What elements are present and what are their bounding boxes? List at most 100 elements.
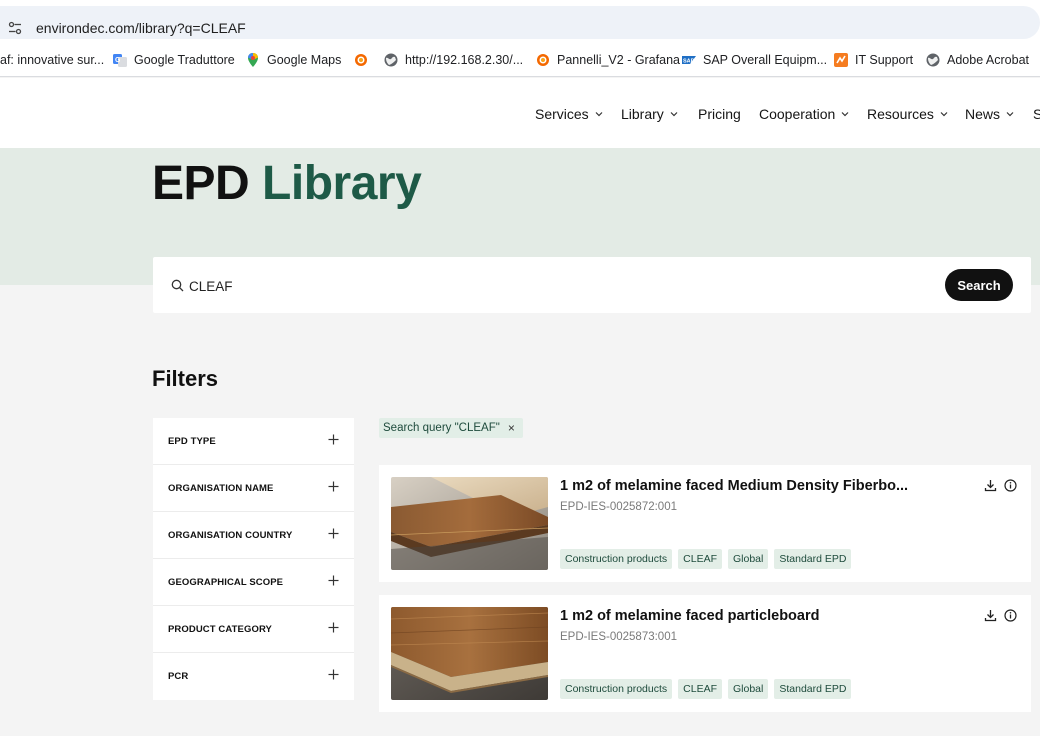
nav-truncated-item[interactable]: S bbox=[1033, 106, 1040, 122]
result-title[interactable]: 1 m2 of melamine faced Medium Density Fi… bbox=[560, 478, 908, 494]
info-icon[interactable] bbox=[1004, 479, 1017, 492]
translate-icon: G bbox=[113, 54, 127, 67]
site-header: Services Library Pricing Cooperation Res… bbox=[0, 78, 1040, 148]
search-icon bbox=[171, 279, 184, 292]
chevron-down-icon bbox=[841, 112, 849, 117]
svg-text:G: G bbox=[115, 57, 121, 64]
product-image-particleboard[interactable] bbox=[391, 607, 548, 700]
product-image-mdf[interactable] bbox=[391, 477, 548, 570]
tag-scope: Global bbox=[727, 549, 769, 569]
download-icon[interactable] bbox=[984, 609, 997, 622]
plus-icon[interactable] bbox=[328, 575, 339, 586]
result-title[interactable]: 1 m2 of melamine faced particleboard bbox=[560, 608, 819, 624]
site-settings-icon[interactable] bbox=[8, 21, 22, 35]
nav-label: Library bbox=[621, 106, 664, 122]
result-card[interactable]: 1 m2 of melamine faced particleboard EPD… bbox=[379, 595, 1031, 712]
result-code: EPD-IES-0025872:001 bbox=[560, 501, 677, 513]
filters-title: Filters bbox=[152, 366, 219, 391]
bookmark-label: SAP Overall Equipm... bbox=[703, 53, 828, 67]
bookmark-label: Pannelli_V2 - Grafana bbox=[557, 53, 680, 67]
plus-icon[interactable] bbox=[328, 622, 339, 633]
nav-pricing[interactable]: Pricing bbox=[698, 106, 741, 122]
bookmarks-bar: af: innovative sur... G Google Traduttor… bbox=[0, 44, 1040, 77]
bookmark-label: Google Traduttore bbox=[134, 53, 235, 67]
bookmark-innovative[interactable]: af: innovative sur... bbox=[0, 51, 104, 69]
globe-icon bbox=[926, 53, 940, 67]
bookmark-grafana[interactable] bbox=[353, 51, 375, 69]
bookmark-it-support[interactable]: IT Support bbox=[833, 51, 913, 69]
tag-organisation: CLEAF bbox=[678, 549, 722, 569]
search-button[interactable]: Search bbox=[945, 269, 1013, 301]
bookmark-label: Google Maps bbox=[267, 53, 342, 67]
filter-label: PCR bbox=[168, 671, 189, 682]
filter-panel: EPD TYPE ORGANISATION NAME ORGANISATION … bbox=[153, 418, 354, 700]
nav-label: Services bbox=[535, 106, 589, 122]
svg-text:SAP: SAP bbox=[683, 59, 695, 65]
page-title-accent: Library bbox=[262, 157, 422, 210]
filter-geographical-scope[interactable]: GEOGRAPHICAL SCOPE bbox=[153, 559, 354, 606]
nav-label: Pricing bbox=[698, 106, 741, 122]
nav-label: Resources bbox=[867, 106, 934, 122]
grafana-icon bbox=[355, 54, 367, 66]
plus-icon[interactable] bbox=[328, 481, 339, 492]
filter-epd-type[interactable]: EPD TYPE bbox=[153, 418, 354, 465]
download-icon[interactable] bbox=[984, 479, 997, 492]
filter-product-category[interactable]: PRODUCT CATEGORY bbox=[153, 606, 354, 653]
result-actions bbox=[984, 479, 1017, 492]
nav-resources[interactable]: Resources bbox=[867, 106, 948, 122]
url-omnibox[interactable]: environdec.com/library?q=CLEAF bbox=[0, 6, 1040, 39]
bookmark-adobe-acrobat[interactable]: Adobe Acrobat bbox=[925, 51, 1029, 69]
filter-label: EPD TYPE bbox=[168, 436, 216, 447]
bookmark-google-maps[interactable]: Google Maps bbox=[245, 51, 341, 69]
bookmark-label: http://192.168.2.30/... bbox=[405, 53, 524, 67]
remove-filter-icon[interactable]: × bbox=[508, 421, 515, 435]
page-title-main: EPD bbox=[152, 157, 250, 210]
tag-epd-type: Standard EPD bbox=[774, 549, 852, 569]
bookmark-label: IT Support bbox=[855, 53, 914, 67]
nav-services[interactable]: Services bbox=[535, 106, 603, 122]
search-input[interactable] bbox=[189, 276, 889, 296]
nav-label: S bbox=[1033, 106, 1040, 122]
support-icon bbox=[834, 53, 848, 67]
maps-pin-icon bbox=[248, 53, 258, 67]
bookmark-local-ip[interactable]: http://192.168.2.30/... bbox=[383, 51, 523, 69]
filter-organisation-name[interactable]: ORGANISATION NAME bbox=[153, 465, 354, 512]
chevron-down-icon bbox=[940, 112, 948, 117]
nav-news[interactable]: News bbox=[965, 106, 1014, 122]
active-filter-chip: Search query "CLEAF" × bbox=[379, 418, 523, 438]
page-title: EPD Library bbox=[152, 156, 422, 211]
info-icon[interactable] bbox=[1004, 609, 1017, 622]
search-box: Search bbox=[153, 257, 1031, 313]
result-card[interactable]: 1 m2 of melamine faced Medium Density Fi… bbox=[379, 465, 1031, 582]
result-actions bbox=[984, 609, 1017, 622]
bookmark-label: af: innovative sur... bbox=[0, 53, 105, 67]
tag-scope: Global bbox=[727, 679, 769, 699]
url-text[interactable]: environdec.com/library?q=CLEAF bbox=[36, 20, 246, 36]
nav-label: Cooperation bbox=[759, 106, 836, 122]
browser-address-bar: environdec.com/library?q=CLEAF bbox=[0, 0, 1040, 44]
filter-label: PRODUCT CATEGORY bbox=[168, 624, 272, 635]
filter-label: ORGANISATION COUNTRY bbox=[168, 530, 293, 541]
nav-cooperation[interactable]: Cooperation bbox=[759, 106, 849, 122]
nav-label: News bbox=[965, 106, 1001, 122]
plus-icon[interactable] bbox=[328, 669, 339, 680]
result-tags: Construction products CLEAF Global Stand… bbox=[560, 549, 852, 569]
bookmark-google-translate[interactable]: G Google Traduttore bbox=[112, 51, 235, 69]
chevron-down-icon bbox=[595, 112, 603, 117]
bookmark-grafana-pannelli[interactable]: Pannelli_V2 - Grafana bbox=[535, 51, 680, 69]
filter-label: GEOGRAPHICAL SCOPE bbox=[168, 577, 284, 588]
active-filter-label: Search query "CLEAF" bbox=[383, 422, 500, 434]
filter-pcr[interactable]: PCR bbox=[153, 653, 354, 700]
chevron-down-icon bbox=[1006, 112, 1014, 117]
plus-icon[interactable] bbox=[328, 528, 339, 539]
tag-organisation: CLEAF bbox=[678, 679, 722, 699]
result-tags: Construction products CLEAF Global Stand… bbox=[560, 679, 852, 699]
nav-library[interactable]: Library bbox=[621, 106, 678, 122]
filter-organisation-country[interactable]: ORGANISATION COUNTRY bbox=[153, 512, 354, 559]
filter-label: ORGANISATION NAME bbox=[168, 483, 274, 494]
chevron-down-icon bbox=[670, 112, 678, 117]
tag-epd-type: Standard EPD bbox=[774, 679, 852, 699]
globe-icon bbox=[384, 53, 398, 67]
bookmark-sap[interactable]: SAP SAP Overall Equipm... bbox=[681, 51, 827, 69]
plus-icon[interactable] bbox=[328, 434, 339, 445]
